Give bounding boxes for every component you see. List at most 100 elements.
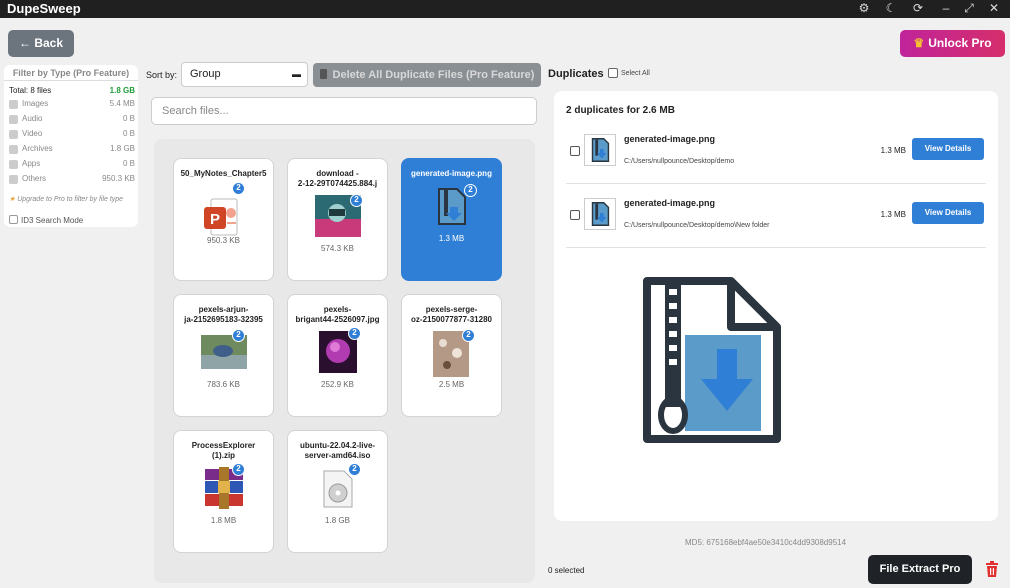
- select-all-checkbox[interactable]: [607, 68, 618, 78]
- file-name: 50_MyNotes_Chapter5: [180, 169, 267, 178]
- close-icon[interactable]: ✕: [985, 0, 1003, 18]
- upgrade-note: ★ Upgrade to Pro to filter by file type: [9, 195, 123, 203]
- filter-size: 5.4 MB: [109, 99, 135, 108]
- duplicate-row: generated-image.png C:/Users/nullpounce/…: [566, 134, 986, 174]
- id3-checkbox[interactable]: [9, 215, 18, 224]
- id3-search-mode[interactable]: ID3 Search Mode: [9, 215, 83, 225]
- filter-row-others[interactable]: Others 950.3 KB: [9, 174, 135, 186]
- filter-size: 0 B: [122, 114, 135, 123]
- duplicate-count-badge: 2: [350, 194, 363, 207]
- file-card[interactable]: pexels-arjun- ja-2152695183-32395 2 783.…: [173, 294, 274, 417]
- file-name: generated-image.png: [411, 169, 492, 178]
- duplicate-file-name: generated-image.png: [624, 198, 716, 208]
- duplicates-header: Duplicates: [548, 68, 618, 80]
- filter-checkbox[interactable]: [9, 145, 18, 154]
- file-size: 950.3 KB: [207, 236, 240, 245]
- duplicate-checkbox[interactable]: [570, 210, 580, 220]
- search-input[interactable]: Search files...: [151, 97, 537, 125]
- file-card[interactable]: download - 2-12-29T074425.884.j 2 574.3 …: [287, 158, 388, 281]
- refresh-icon[interactable]: ⟳: [909, 0, 927, 18]
- file-card[interactable]: ProcessExplorer (1).zip 2 1.8 MB: [173, 430, 274, 553]
- gear-icon[interactable]: ⚙: [855, 0, 873, 18]
- file-name: pexels-serge- oz-2150077877-31280: [411, 305, 492, 324]
- filter-row-apps[interactable]: Apps 0 B: [9, 159, 135, 171]
- zip-file-icon: [584, 198, 616, 230]
- duplicates-title: Duplicates: [548, 68, 604, 80]
- back-button[interactable]: ← Back: [8, 30, 74, 57]
- unlock-pro-label: Unlock Pro: [928, 36, 992, 50]
- file-size: 1.8 GB: [325, 516, 350, 525]
- filter-row-audio[interactable]: Audio 0 B: [9, 114, 135, 126]
- id3-label: ID3 Search Mode: [21, 216, 84, 225]
- filter-checkbox[interactable]: [9, 175, 18, 184]
- moon-icon[interactable]: ☾: [882, 0, 900, 18]
- filter-size: 1.8 GB: [110, 144, 135, 153]
- filter-checkbox[interactable]: [9, 130, 18, 139]
- file-card-selected[interactable]: generated-image.png 2 1.3 MB: [401, 158, 502, 281]
- view-details-button[interactable]: View Details: [912, 138, 984, 160]
- duplicate-file-path: C:/Users/nullpounce/Desktop/demo\New fol…: [624, 222, 770, 229]
- duplicate-checkbox[interactable]: [570, 146, 580, 156]
- file-name: download - 2-12-29T074425.884.j: [297, 169, 378, 188]
- filter-label: Audio: [22, 114, 43, 123]
- trash-icon[interactable]: [984, 560, 1000, 578]
- file-size: 1.8 MB: [210, 516, 237, 525]
- trash-icon: [319, 69, 327, 79]
- filter-checkbox[interactable]: [9, 160, 18, 169]
- file-size: 252.9 KB: [321, 380, 354, 389]
- total-size: 1.8 GB: [109, 86, 135, 95]
- duplicate-count-badge: 2: [462, 329, 475, 342]
- duplicate-file-name: generated-image.png: [624, 134, 716, 144]
- file-card[interactable]: 50_MyNotes_Chapter5 P 2 950.3 KB: [173, 158, 274, 281]
- svg-text:P: P: [210, 211, 220, 228]
- file-name: pexels-arjun- ja-2152695183-32395: [184, 305, 263, 324]
- expand-icon[interactable]: ⤢: [960, 0, 978, 18]
- file-extract-pro-button[interactable]: File Extract Pro: [868, 555, 972, 584]
- duplicate-count-badge: 2: [232, 329, 245, 342]
- selected-count: 0 selected: [548, 566, 585, 575]
- file-card[interactable]: pexels-serge- oz-2150077877-31280 2 2.5 …: [401, 294, 502, 417]
- filter-panel: Filter by Type (Pro Feature) Total: 8 fi…: [4, 65, 138, 227]
- title-bar: DupeSweep ⚙ ☾ ⟳ – ⤢ ✕: [0, 0, 1010, 18]
- filter-row-images[interactable]: Images 5.4 MB: [9, 99, 135, 111]
- file-name: ubuntu-22.04.2-live- server-amd64.iso: [299, 441, 376, 460]
- file-name: ProcessExplorer (1).zip: [191, 441, 256, 460]
- sort-label: Sort by:: [146, 70, 178, 80]
- filter-checkbox[interactable]: [9, 115, 18, 124]
- unlock-pro-button[interactable]: ♛ Unlock Pro: [900, 30, 1005, 57]
- file-card[interactable]: pexels- brigant44-2526097.jpg 2 252.9 KB: [287, 294, 388, 417]
- delete-all-button[interactable]: Delete All Duplicate Files (Pro Feature): [313, 63, 541, 87]
- filter-checkbox[interactable]: [9, 100, 18, 109]
- duplicate-file-size: 1.3 MB: [880, 146, 906, 155]
- duplicate-count: 2 duplicates for 2.6 MB: [566, 105, 675, 116]
- powerpoint-icon: P: [204, 198, 238, 236]
- file-card[interactable]: ubuntu-22.04.2-live- server-amd64.iso 2 …: [287, 430, 388, 553]
- filter-size: 0 B: [122, 159, 135, 168]
- upgrade-note-text: Upgrade to Pro to filter by file type: [17, 196, 124, 203]
- filter-row-archives[interactable]: Archives 1.8 GB: [9, 144, 135, 156]
- filter-label: Others: [22, 174, 47, 183]
- total-label: Total: 8 files: [9, 86, 52, 95]
- file-size: 783.6 KB: [207, 380, 240, 389]
- filter-total: Total: 8 files 1.8 GB: [9, 86, 135, 95]
- file-name: pexels- brigant44-2526097.jpg: [295, 305, 380, 324]
- file-size: 2.5 MB: [438, 380, 465, 389]
- app-title: DupeSweep: [7, 1, 81, 16]
- duplicates-panel: 2 duplicates for 2.6 MB generated-image.…: [554, 91, 998, 521]
- duplicate-count-badge: 2: [348, 327, 361, 340]
- sort-select[interactable]: Group ▬: [181, 62, 308, 87]
- view-details-button[interactable]: View Details: [912, 202, 984, 224]
- zip-file-preview-icon: [643, 277, 781, 443]
- delete-all-label: Delete All Duplicate Files (Pro Feature): [332, 69, 535, 81]
- duplicate-file-path: C:/Users/nullpounce/Desktop/demo: [624, 158, 735, 165]
- file-grid: 50_MyNotes_Chapter5 P 2 950.3 KB downloa…: [154, 139, 535, 583]
- filter-row-video[interactable]: Video 0 B: [9, 129, 135, 141]
- filter-title: Filter by Type (Pro Feature): [4, 65, 138, 81]
- duplicate-count-badge: 2: [232, 463, 245, 476]
- file-size: 574.3 KB: [321, 244, 354, 253]
- file-size: 1.3 MB: [438, 234, 465, 243]
- duplicate-row: generated-image.png C:/Users/nullpounce/…: [566, 198, 986, 238]
- divider: [566, 183, 986, 184]
- minimize-icon[interactable]: –: [937, 0, 955, 18]
- filter-size: 950.3 KB: [102, 174, 135, 183]
